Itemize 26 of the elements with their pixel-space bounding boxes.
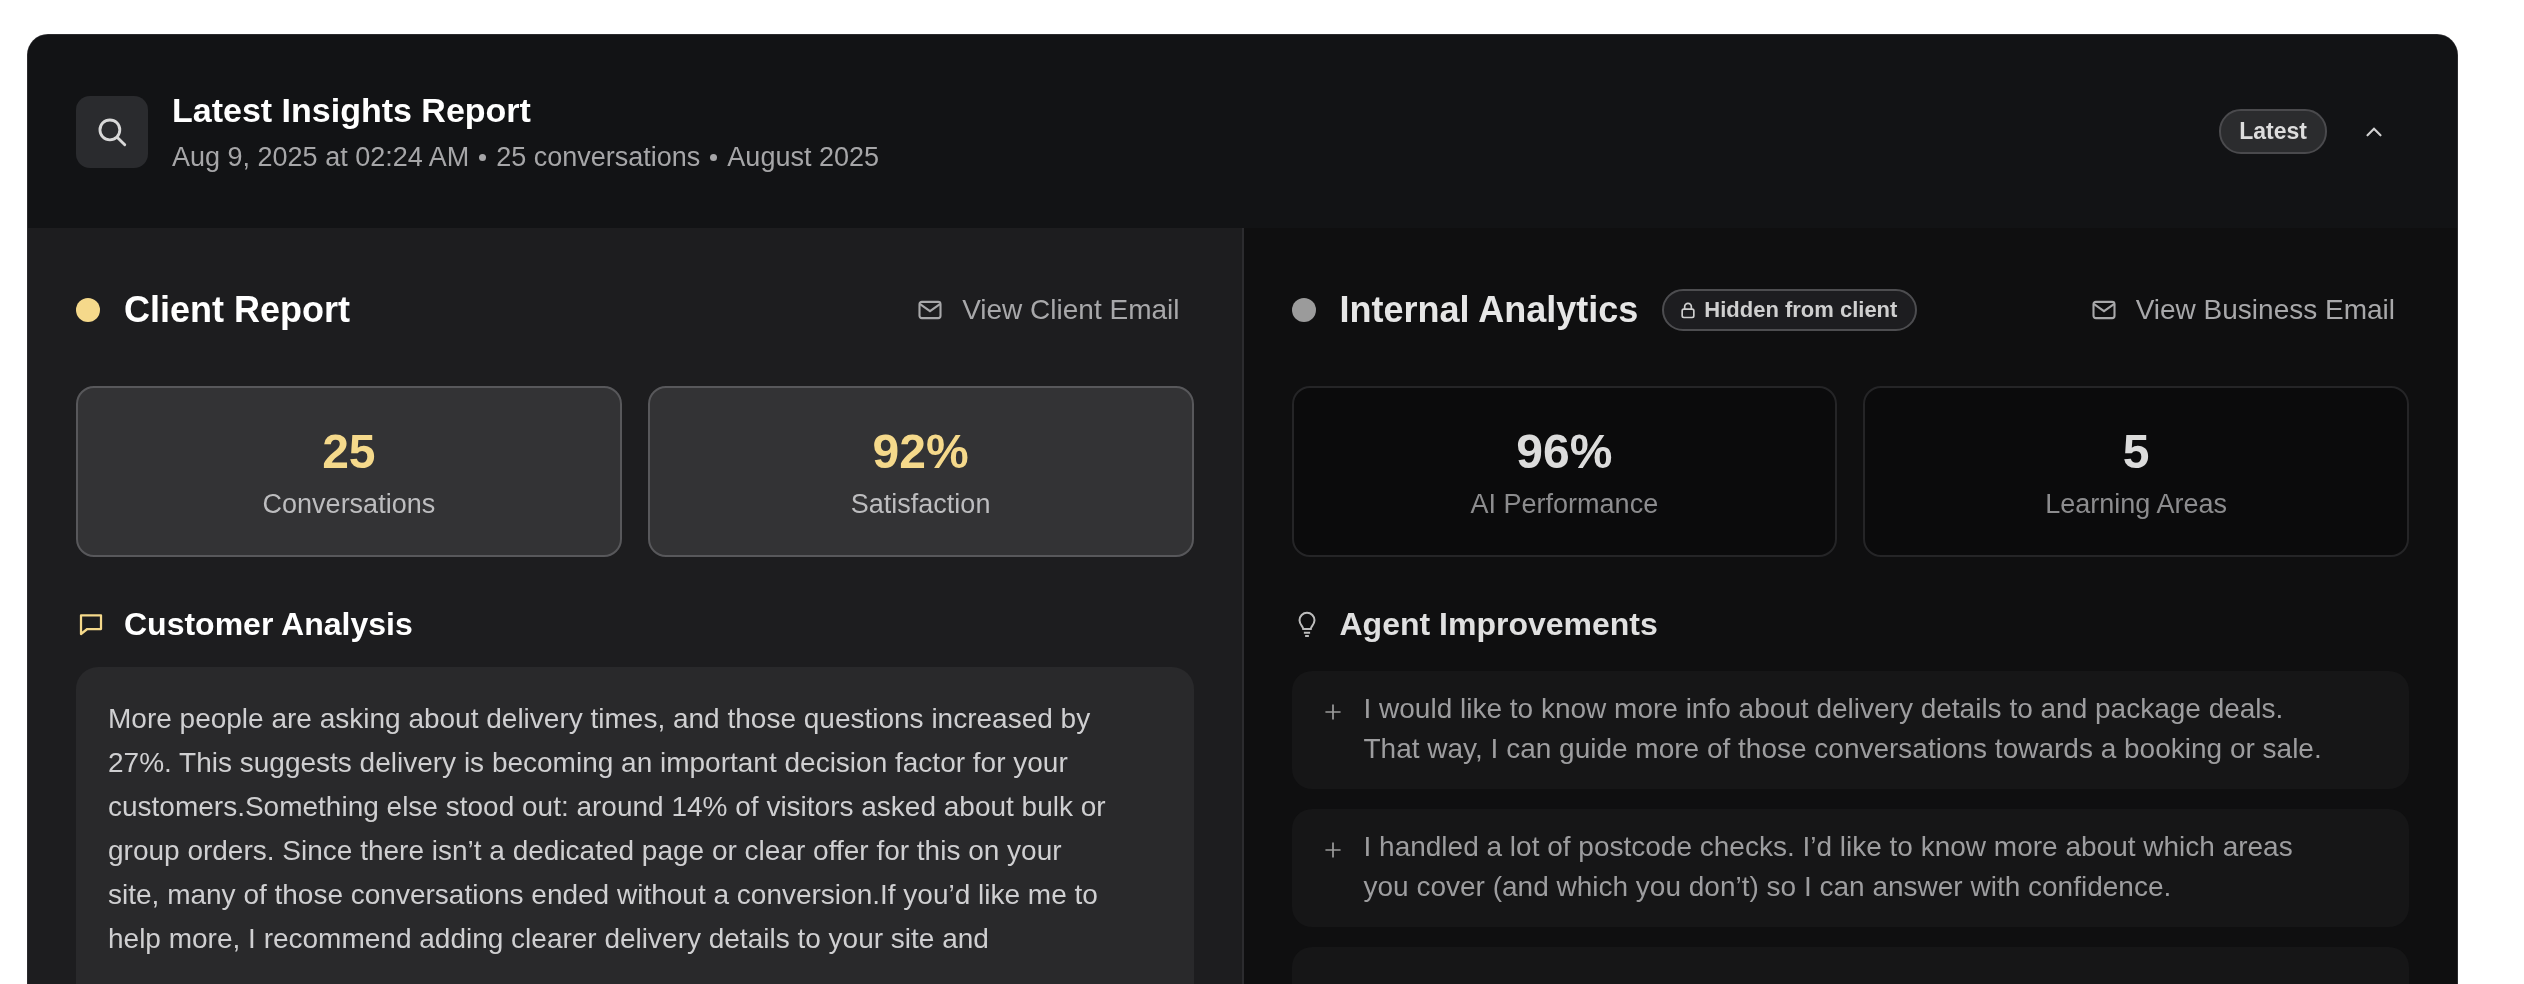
panel-title: Internal Analytics	[1339, 289, 1639, 331]
section-title: Customer Analysis	[124, 605, 413, 643]
bullet-dot	[479, 153, 487, 161]
email-link[interactable]: View Business Email	[2089, 294, 2395, 326]
stat-value: 5	[2122, 423, 2150, 479]
stat-value: 96%	[1516, 423, 1613, 479]
stat-label: Satisfaction	[850, 488, 991, 520]
report-meta: 25 conversations	[496, 141, 701, 173]
email-link[interactable]: View Client Email	[916, 294, 1180, 326]
suggestion-text: I would like to know more info about delivery details to and package deals. That way, I can guide more of those conversations towards a booking or sale.	[1363, 692, 2322, 766]
stat-label: Learning Areas	[2045, 488, 2227, 520]
report-meta: August 2025	[727, 141, 879, 173]
report-meta: Aug 9, 2025 at 02:24 AM	[172, 141, 470, 173]
latest-badge: Latest	[2219, 109, 2327, 154]
analysis-text: More people are asking about delivery times, and those questions increased by 27%. This suggests delivery is becoming an important decision factor for your customers.Something else stood out: around 14% of visitors asked about bulk or group orders. Since there isn’t a dedicated page or clear offer for this on your site, many of those conversations ended without a conversion.If you’d like me to help more, I recommend adding clearer delivery details to your site and	[108, 702, 1107, 956]
search-button[interactable]	[76, 95, 148, 168]
suggestion-text: I handled a lot of postcode checks. I’d like to know more about which areas you cover (and which you don’t) so I can answer with confidence.	[1363, 830, 2293, 904]
bullet-dot	[710, 153, 718, 161]
stat-label: AI Performance	[1470, 488, 1659, 520]
stat-label: Conversations	[262, 488, 436, 520]
stat-value: 92%	[872, 423, 969, 479]
hidden-badge: Hidden from client	[1662, 289, 1918, 331]
report-title: Latest Insights Report	[172, 90, 532, 130]
panel-title: Client Report	[124, 289, 350, 331]
section-title: Agent Improvements	[1339, 605, 1658, 643]
stat-value: 25	[322, 423, 376, 479]
